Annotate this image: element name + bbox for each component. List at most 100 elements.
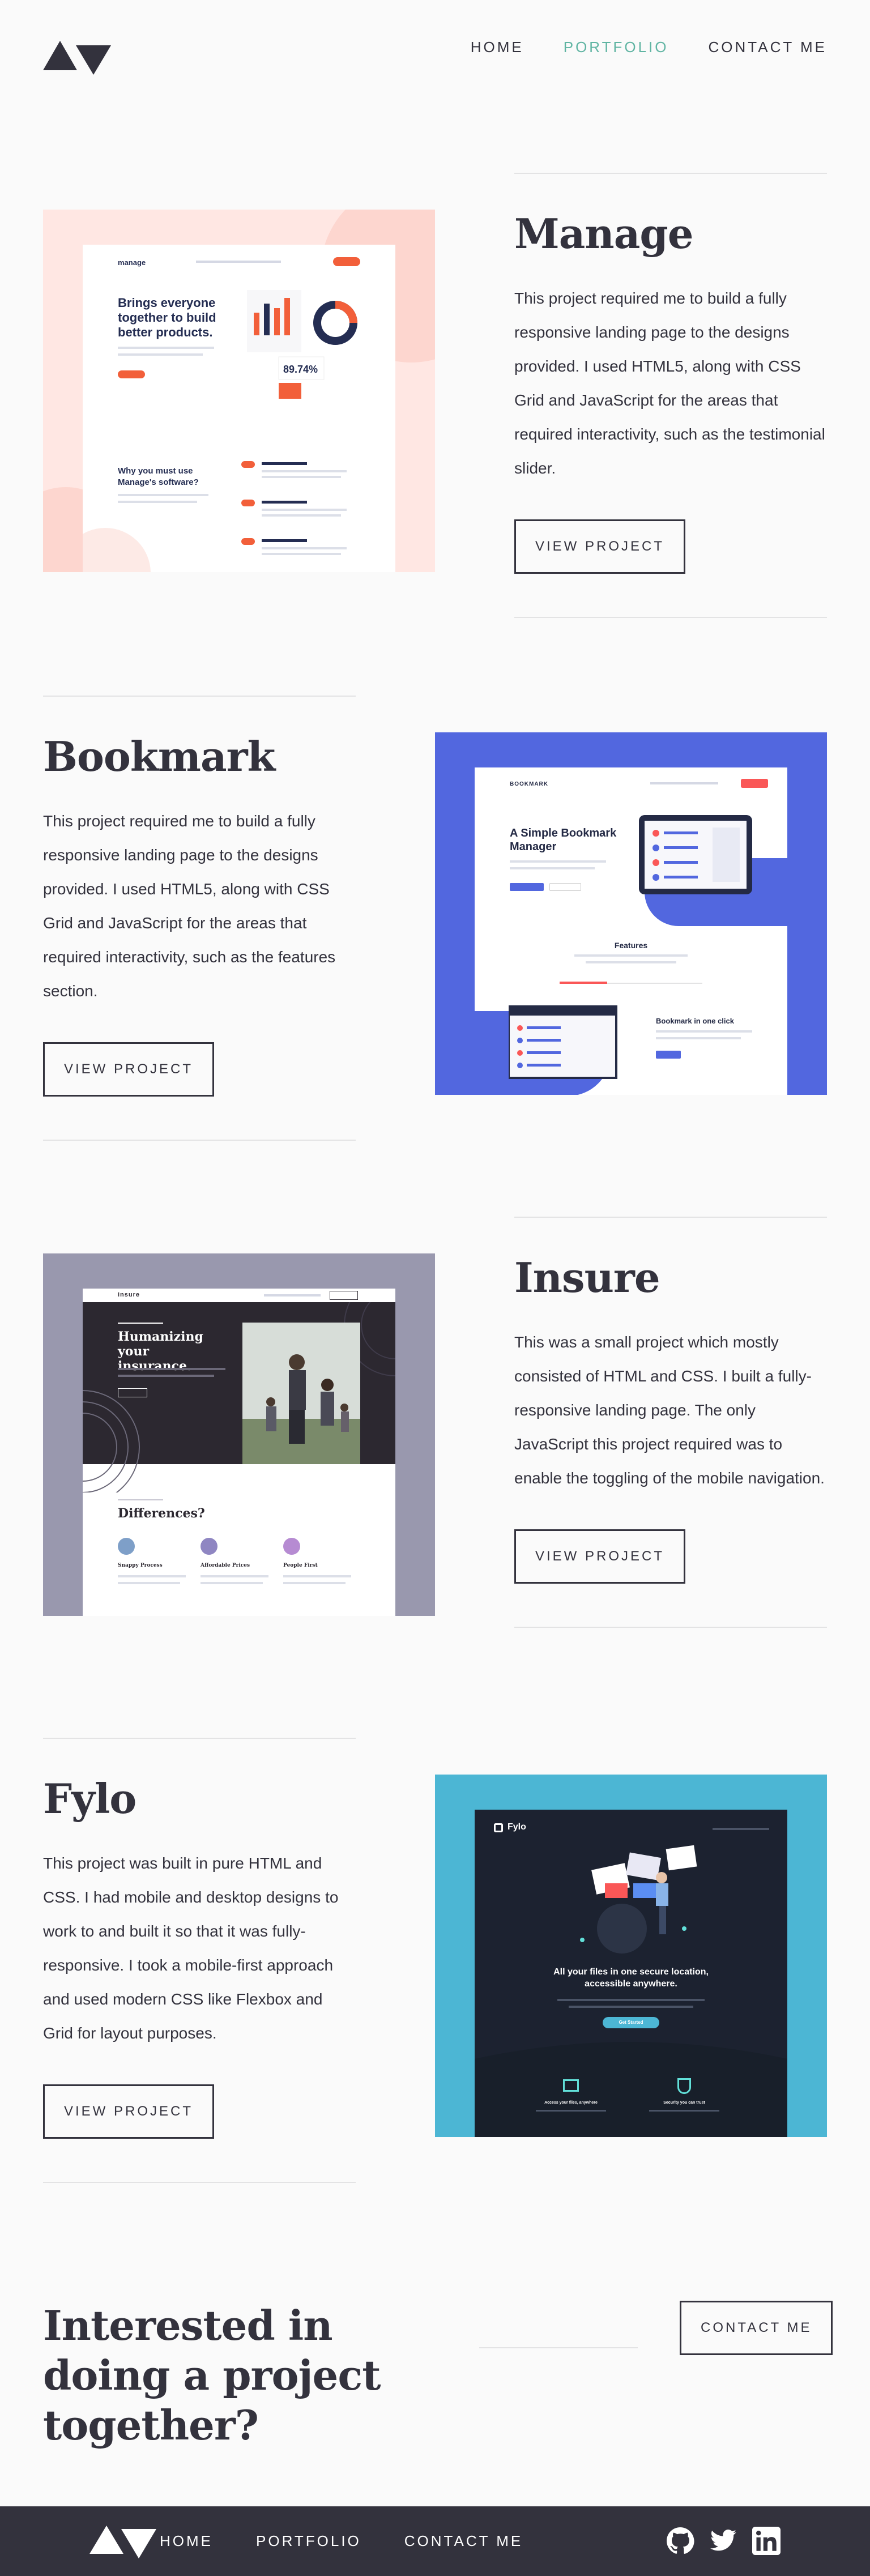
thumbnail-page: Fylo All your files in one secure locati… [475,1810,787,2137]
thumb-get-started-button: Get Started [603,2017,659,2028]
divider [43,696,356,697]
thumb-text-line [118,501,197,503]
thumb-button [549,883,581,891]
thumb-button [510,883,544,891]
thumb-text-line [557,1999,705,2001]
contact-cta: Interested in doing a project together? … [0,2249,870,2449]
thumb-text-line [586,961,676,963]
thumb-button [118,1388,147,1397]
thumb-cta-pill [333,257,360,266]
thumb-feature-icon [118,1538,135,1555]
thumb-brand: Fylo [508,1822,526,1832]
project-thumbnail[interactable]: Fylo All your files in one secure locati… [435,1775,827,2137]
view-project-button[interactable]: VIEW PROJECT [514,1529,686,1584]
thumb-chart-illustration [247,290,357,399]
logo-icon[interactable] [89,2524,157,2558]
divider [514,1217,827,1218]
thumb-headline: A Simple Bookmark Manager [510,827,617,853]
project-bookmark: Bookmark This project required me to bui… [0,696,870,1141]
project-info: Fylo This project was built in pure HTML… [43,1738,356,2183]
thumb-decor-circle [83,528,151,572]
project-manage: manage Brings everyone together to build… [0,173,870,618]
footer-portfolio-link[interactable]: PORTFOLIO [256,2532,361,2550]
divider [43,2182,356,2183]
footer-home-link[interactable]: HOME [160,2532,213,2550]
divider [43,1738,356,1739]
thumb-button [118,370,145,378]
thumb-brand-icon [494,1823,503,1832]
divider [514,1627,827,1628]
nav-contact-link[interactable]: CONTACT ME [709,39,827,56]
main-nav: HOME PORTFOLIO CONTACT ME [471,39,827,56]
project-title: Bookmark [43,732,275,781]
thumb-text-line [510,867,595,869]
thumb-text-line [118,1582,180,1584]
thumb-text-line [536,2110,606,2112]
site-footer: HOME PORTFOLIO CONTACT ME [0,2506,870,2576]
thumb-headline: Brings everyone together to build better… [118,296,216,339]
thumb-text-line [656,1030,752,1033]
divider [514,617,827,618]
thumb-login-pill [741,779,768,788]
divider [514,173,827,174]
project-description: This project required me to build a full… [43,812,336,1000]
thumb-text-line [118,1375,214,1377]
project-description: This project required me to build a full… [514,289,825,477]
thumb-feature-icon [201,1538,218,1555]
project-thumbnail[interactable]: BOOKMARK A Simple Bookmark Manager Featu… [435,732,827,1095]
project-description: This was a small project which mostly co… [514,1333,825,1487]
thumb-feature-icon [563,2079,579,2092]
thumb-nav-button [330,1291,358,1300]
thumbnail-page: BOOKMARK A Simple Bookmark Manager Featu… [475,767,787,1095]
project-thumbnail[interactable]: manage Brings everyone together to build… [43,210,435,572]
logo-icon[interactable] [43,39,111,75]
thumbnail-page: insure Humanizing your insurance. Differ… [83,1289,395,1616]
site-header: HOME PORTFOLIO CONTACT ME [0,0,870,113]
thumb-text-line [118,1575,186,1577]
thumb-feature-icon [677,2078,691,2094]
thumb-feature-title: Snappy Process [118,1563,163,1568]
thumb-tablet-illustration [639,815,752,894]
nav-home-link[interactable]: HOME [471,39,524,56]
github-icon[interactable] [666,2527,694,2555]
thumb-nav-line [264,1294,321,1296]
footer-nav: HOME PORTFOLIO CONTACT ME [160,2532,523,2550]
thumb-family-photo [242,1323,360,1464]
project-title: Fylo [43,1775,137,1823]
project-thumbnail[interactable]: insure Humanizing your insurance. Differ… [43,1253,435,1616]
thumb-nav-line [713,1828,769,1830]
thumb-text-line [283,1575,351,1577]
project-title: Insure [514,1253,660,1302]
project-info: Manage This project required me to build… [514,173,827,618]
thumb-active-tab [560,982,607,984]
thumb-feature-list [241,461,347,555]
thumb-text-line [510,860,606,863]
linkedin-icon[interactable] [752,2527,781,2555]
footer-contact-link[interactable]: CONTACT ME [404,2532,523,2550]
view-project-button[interactable]: VIEW PROJECT [43,1042,215,1097]
thumb-accent-line [118,1499,163,1500]
thumb-text-line [118,1368,225,1370]
thumb-feature-title: Bookmark in one click [656,1017,734,1025]
view-project-button[interactable]: VIEW PROJECT [514,519,686,574]
twitter-icon[interactable] [709,2527,737,2555]
project-info: Bookmark This project required me to bui… [43,696,356,1141]
thumb-text-line [118,353,203,356]
view-project-button[interactable]: VIEW PROJECT [43,2084,215,2139]
project-title: Manage [514,210,694,258]
thumb-brand: BOOKMARK [510,781,548,787]
thumb-text-line [201,1575,268,1577]
contact-me-button[interactable]: CONTACT ME [680,2301,833,2355]
thumb-feature-title: Access your files, anywhere [544,2101,598,2105]
thumbnail-page: manage Brings everyone together to build… [83,245,395,572]
project-fylo: Fylo This project was built in pure HTML… [0,1738,870,2183]
nav-portfolio-link[interactable]: PORTFOLIO [564,39,669,56]
project-insure: insure Humanizing your insurance. Differ… [0,1217,870,1628]
thumb-headline: Humanizing your insurance. [118,1329,203,1374]
thumb-text-line [283,1582,346,1584]
thumb-nav-line [196,261,281,263]
thumb-brand: insure [118,1291,140,1298]
thumb-screen-illustration [509,1005,617,1079]
thumb-text-line [574,954,688,957]
divider [479,2347,638,2348]
